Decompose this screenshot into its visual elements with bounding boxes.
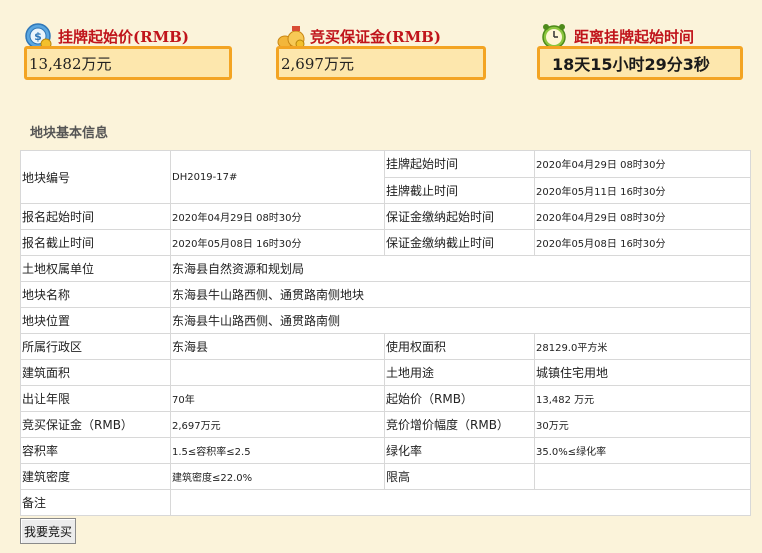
row-value: 28129.0平方米	[534, 333, 751, 360]
row-label: 报名截止时间	[20, 229, 171, 256]
countdown-label: 距离挂牌起始时间	[574, 27, 695, 46]
row-label: 土地用途	[384, 359, 535, 386]
table-row: 竞买保证金（RMB） 2,697万元 竞价增价幅度（RMB） 30万元	[20, 411, 751, 438]
deposit-box: 2,697万元	[276, 46, 486, 80]
row-value: 35.0%≤绿化率	[534, 437, 751, 464]
row-label: 保证金缴纳截止时间	[384, 229, 535, 256]
table-row: 备注	[20, 489, 751, 516]
start-price-label: 挂牌起始价(RMB)	[58, 27, 189, 46]
row-value	[534, 463, 751, 490]
row-label: 所属行政区	[20, 333, 171, 360]
countdown-box: 18天15小时29分3秒	[537, 46, 743, 80]
svg-text:$: $	[34, 30, 42, 43]
row-label: 地块位置	[20, 307, 171, 334]
parcel-info-table: 地块编号 DH2019-17# 挂牌起始时间 2020年04月29日 08时30…	[20, 150, 751, 516]
row-value: 2020年04月29日 08时30分	[534, 150, 751, 178]
row-value: 东海县牛山路西侧、通贯路南侧	[170, 307, 751, 334]
row-value: 2020年05月08日 16时30分	[534, 229, 751, 256]
row-value	[170, 489, 751, 516]
row-value: 1.5≤容积率≤2.5	[170, 437, 385, 464]
row-label: 地块编号	[20, 150, 171, 204]
row-value: 30万元	[534, 411, 751, 438]
deposit-label: 竞买保证金(RMB)	[310, 27, 441, 46]
section-title: 地块基本信息	[30, 126, 109, 141]
table-row: 报名截止时间 2020年05月08日 16时30分 保证金缴纳截止时间 2020…	[20, 229, 751, 256]
table-row: 建筑面积 土地用途 城镇住宅用地	[20, 359, 751, 386]
row-value: 东海县自然资源和规划局	[170, 255, 751, 282]
row-value: 东海县	[170, 333, 385, 360]
row-value: 13,482 万元	[534, 385, 751, 412]
row-label: 建筑面积	[20, 359, 171, 386]
row-value: 建筑密度≤22.0%	[170, 463, 385, 490]
row-label: 出让年限	[20, 385, 171, 412]
row-label: 建筑密度	[20, 463, 171, 490]
row-label: 地块名称	[20, 281, 171, 308]
start-price-value: 13,482万元	[29, 54, 112, 73]
table-row: 容积率 1.5≤容积率≤2.5 绿化率 35.0%≤绿化率	[20, 437, 751, 464]
row-label: 绿化率	[384, 437, 535, 464]
row-value: 城镇住宅用地	[534, 359, 751, 386]
row-value	[170, 359, 385, 386]
bid-button[interactable]: 我要竞买	[20, 518, 76, 544]
row-value: 2020年04月29日 08时30分	[170, 203, 385, 230]
table-row: 地块名称 东海县牛山路西侧、通贯路南侧地块	[20, 281, 751, 308]
table-row: 出让年限 70年 起始价（RMB） 13,482 万元	[20, 385, 751, 412]
summary-bar: $ 挂牌起始价(RMB) 13,482万元 竞买保证金(RMB) 2,697万元	[0, 0, 762, 115]
row-label: 限高	[384, 463, 535, 490]
row-value: DH2019-17#	[170, 150, 385, 204]
row-label: 竞价增价幅度（RMB）	[384, 411, 535, 438]
row-label: 备注	[20, 489, 171, 516]
row-label: 土地权属单位	[20, 255, 171, 282]
row-label: 保证金缴纳起始时间	[384, 203, 535, 230]
row-label: 起始价（RMB）	[384, 385, 535, 412]
table-row: 建筑密度 建筑密度≤22.0% 限高	[20, 463, 751, 490]
table-row: 地块编号 DH2019-17# 挂牌起始时间 2020年04月29日 08时30…	[20, 150, 751, 204]
row-value: 2,697万元	[170, 411, 385, 438]
row-label: 使用权面积	[384, 333, 535, 360]
row-value: 2020年05月11日 16时30分	[534, 176, 751, 204]
row-value: 2020年05月08日 16时30分	[170, 229, 385, 256]
row-label: 挂牌起始时间	[384, 150, 535, 178]
table-row: 报名起始时间 2020年04月29日 08时30分 保证金缴纳起始时间 2020…	[20, 203, 751, 230]
row-value: 东海县牛山路西侧、通贯路南侧地块	[170, 281, 751, 308]
start-price-box: 13,482万元	[24, 46, 232, 80]
deposit-value: 2,697万元	[281, 54, 354, 73]
row-label: 容积率	[20, 437, 171, 464]
table-row: 土地权属单位 东海县自然资源和规划局	[20, 255, 751, 282]
row-value: 70年	[170, 385, 385, 412]
row-label: 竞买保证金（RMB）	[20, 411, 171, 438]
table-row: 所属行政区 东海县 使用权面积 28129.0平方米	[20, 333, 751, 360]
row-label: 报名起始时间	[20, 203, 171, 230]
row-value: 2020年04月29日 08时30分	[534, 203, 751, 230]
table-row: 地块位置 东海县牛山路西侧、通贯路南侧	[20, 307, 751, 334]
countdown-value: 18天15小时29分3秒	[552, 55, 710, 74]
row-label: 挂牌截止时间	[384, 176, 535, 204]
